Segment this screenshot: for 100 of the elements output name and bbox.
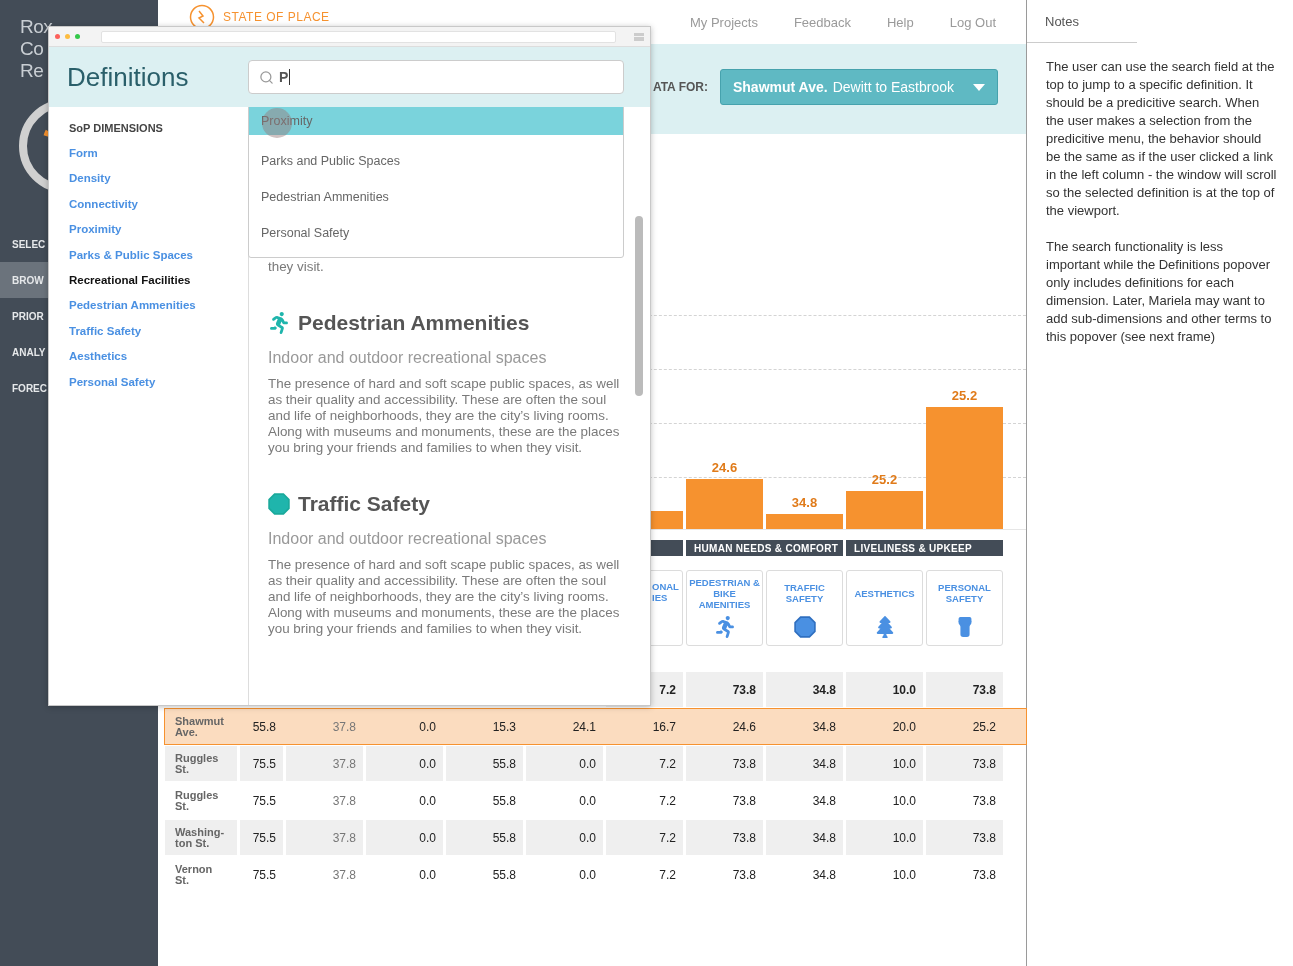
header-link[interactable]: My Projects [690,15,758,30]
table-cell: 73.8 [926,820,1003,855]
table-cell-text: 10.0 [891,866,917,884]
definition-text: The presence of hard and soft scape public spaces, as well as their quality and accessibility. These are often the soul and life of neighborhoods, they are the city’s living rooms. Along with museums and monuments, these are the places you bring your friends and families to when they visit. [268,557,621,637]
definition-link[interactable]: Personal Safety [69,369,248,396]
table-cell-text: 55.8 [251,718,277,736]
header-link[interactable]: Feedback [793,15,851,30]
table-cell: 55.8 [446,746,523,781]
table-cell: 7.2 [606,820,683,855]
dimension-card[interactable]: TRAFFIC SAFETY [766,570,843,646]
maximize-dot[interactable] [75,34,80,39]
filter-label: ATA FOR: [652,80,708,94]
table-cell-text: 0.0 [578,792,597,810]
bar-value: 24.6 [710,460,739,476]
table-cell-text: 25.2 [971,718,997,736]
table-cell-text: 73.8 [731,866,757,884]
minimize-dot[interactable] [65,34,70,39]
table-cell-text: 20.0 [891,718,917,736]
header-link[interactable]: Log Out [949,15,996,30]
group-header: LIVELINESS & UPKEEP [846,540,1003,556]
street-name: Washing-ton St. [175,826,225,849]
suggestion-item[interactable]: Parks and Public Spaces [249,143,623,179]
table-cell-text: 37.8 [331,792,357,810]
street-name: Ruggles St. [175,789,220,812]
runner-icon [268,312,290,334]
nav-heading: SoP DIMENSIONS [69,122,164,134]
table-cell-text: 16.7 [651,718,677,736]
suggestion-item[interactable]: Personal Safety [249,215,623,251]
table-cell: 0.0 [526,820,603,855]
table-cell-text: 73.8 [971,792,997,810]
header-link[interactable]: Help [887,15,914,30]
group-header: HUMAN NEEDS & COMFORT [686,540,843,556]
definition-link[interactable]: Pedestrian Ammenities [69,293,248,319]
octagon-icon [793,616,816,638]
address-field[interactable] [101,30,616,43]
table-cell-text: 7.2 [658,792,677,810]
table-cell-text: 73.8 [971,866,997,884]
definition-link[interactable]: Form [69,141,248,167]
table-cell-text: 75.5 [251,792,277,810]
notes-title: Notes [1027,0,1137,43]
table-cell: 75.5 [240,746,283,781]
bar-value: 34.8 [790,495,819,511]
octagon-icon [268,493,290,515]
table-cell-text: 34.8 [811,866,837,884]
street-name: Shawmut Ave. [175,715,225,738]
table-cell: 0.0 [366,746,443,781]
definition-link[interactable]: Recreational Facilities [69,268,248,294]
dimension-card[interactable]: PEDESTRIAN & BIKE AMENITIES [686,570,763,646]
table-cell: 55.8 [446,820,523,855]
definition-link[interactable]: Parks & Public Spaces [69,242,248,269]
definition-link[interactable]: Proximity [69,217,248,243]
street-dropdown[interactable]: Shawmut Ave. Dewitt to Eastbrook [720,69,998,105]
dimension-card[interactable]: PERSONAL SAFETY [926,570,1003,646]
table-cell-text: 24.1 [571,718,597,736]
table-cell: 7.2 [606,746,683,781]
logo-text: STATE OF PLACE [223,10,330,24]
table-cell: 34.8 [766,746,843,781]
street-name: Vernon St. [175,863,214,886]
close-dot[interactable] [55,34,60,39]
definition-link[interactable]: Aesthetics [69,344,248,370]
suggestion-item[interactable]: Proximity [249,107,623,135]
table-cell: 73.8 [686,672,763,707]
bar-value: 25.2 [870,472,899,488]
table-cell-text: 55.8 [491,866,517,884]
table-cell-text: 37.8 [331,866,357,884]
table-cell: 10.0 [846,746,923,781]
table-cell-text: 73.8 [731,792,757,810]
popover-title: Definitions [67,61,190,93]
table-cell: 37.8 [286,820,363,855]
selected-row[interactable]: Shawmut Ave. 55.8 37.8 0.0 15.3 24.1 16.7 24.6 34.8 20.0 25.2 [165,709,1026,744]
definition-link[interactable]: Density [69,166,248,192]
suggestion-item[interactable]: Pedestrian Ammenities [249,179,623,215]
definition-text: they visit. [268,259,325,275]
scrollbar[interactable] [635,216,643,396]
table-cell-text: 0.0 [418,792,437,810]
table-cell-text: 10.0 [891,792,917,810]
table-cell: 73.8 [926,672,1003,707]
note-paragraph: The search functionality is less important while the Definitions popover only includes definitions for each dimension. Later, Mariela may want to add sub-dimensions and other terms to this popover (see next frame) [1045,238,1273,346]
table-cell: 73.8 [686,820,763,855]
definition-title: Traffic Safety [298,492,430,516]
app-title: Co [20,38,44,60]
table-cell: 73.8 [686,746,763,781]
table-cell-text: 0.0 [578,866,597,884]
table-cell-text: 55.8 [491,792,517,810]
table-cell: 10.0 [846,672,923,707]
definition-title: Pedestrian Ammenities [298,311,530,335]
table-cell-text: 0.0 [418,718,437,736]
definition-subtitle: Indoor and outdoor recreational spaces [268,530,548,548]
table-cell: 10.0 [846,820,923,855]
menu-icon[interactable] [634,32,644,41]
runner-icon [713,616,736,638]
caret-icon [973,83,985,91]
definition-text: The presence of hard and soft scape public spaces, as well as their quality and accessibility. These are often the soul and life of neighborhoods, they are the city’s living rooms. Along with museums and monuments, these are the places you bring your friends and families to when they visit. [268,376,621,456]
app-title: Re [20,60,44,82]
table-cell: 34.8 [766,820,843,855]
dimension-card[interactable]: AESTHETICS [846,570,923,646]
definition-link[interactable]: Connectivity [69,191,248,218]
search-field[interactable]: P [248,60,624,94]
definition-link[interactable]: Traffic Safety [69,318,248,345]
bar-value: 25.2 [950,387,979,403]
